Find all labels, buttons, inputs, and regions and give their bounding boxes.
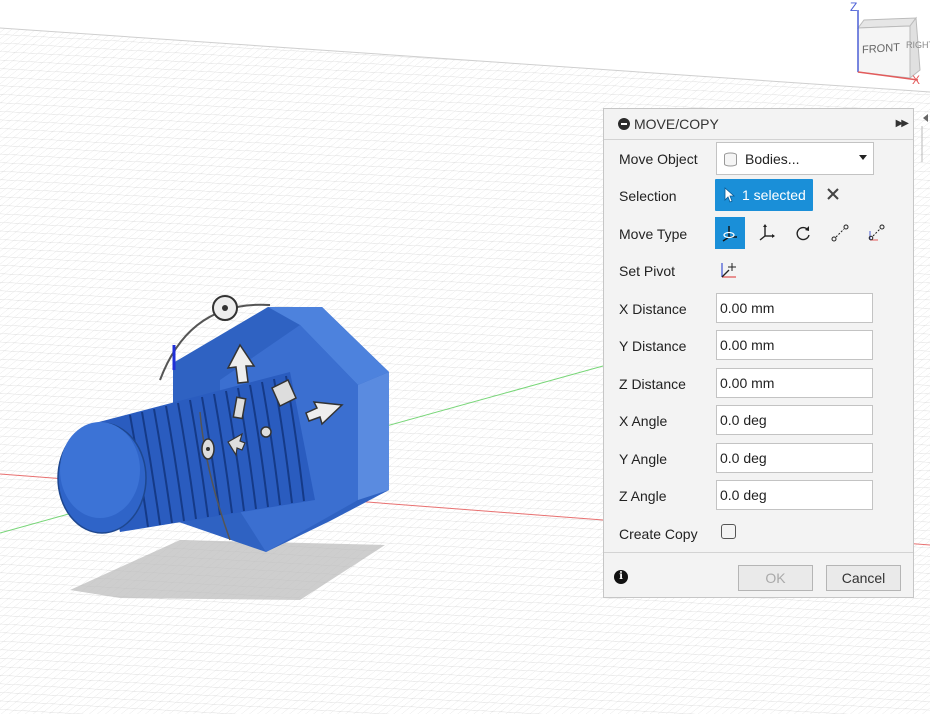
set-pivot-icon[interactable]	[719, 260, 739, 280]
ok-button[interactable]: OK	[738, 565, 813, 591]
arrow-left-handle-icon	[227, 432, 246, 457]
point-to-point-icon	[831, 224, 849, 242]
y-angle-input[interactable]	[716, 443, 873, 473]
side-handle[interactable]	[919, 112, 930, 192]
translate-icon	[759, 224, 775, 241]
selection-count: 1 selected	[742, 187, 806, 203]
move-copy-dialog: MOVE/COPY ▶▶ Move Object Bodies... Selec…	[603, 108, 914, 598]
plane-handle-2-icon	[232, 396, 247, 420]
x-axis-label: X	[912, 73, 921, 87]
chevron-down-icon	[859, 155, 867, 160]
clear-selection-icon[interactable]	[826, 187, 840, 201]
point-to-position-button[interactable]	[861, 217, 891, 249]
move-object-dropdown[interactable]: Bodies...	[716, 142, 874, 175]
z-axis-label: Z	[850, 0, 858, 14]
y-distance-label: Y Distance	[619, 338, 687, 354]
free-move-icon	[722, 226, 737, 242]
z-distance-label: Z Distance	[619, 376, 686, 392]
free-move-button[interactable]	[715, 217, 745, 249]
plane-handle-icon	[271, 378, 297, 408]
set-pivot-label: Set Pivot	[619, 263, 676, 279]
z-distance-input[interactable]	[716, 368, 873, 398]
rotate-icon	[796, 226, 810, 241]
x-distance-label: X Distance	[619, 301, 687, 317]
arrow-up-handle-icon	[226, 343, 256, 384]
y-angle-label: Y Angle	[619, 451, 668, 467]
move-object-label: Move Object	[619, 151, 698, 167]
dialog-footer: i OK Cancel	[604, 552, 913, 599]
dialog-header: MOVE/COPY ▶▶	[604, 109, 913, 140]
bodies-icon	[724, 152, 737, 167]
center-handle-icon	[260, 426, 272, 438]
point-to-position-icon	[868, 224, 885, 241]
viewcube-right-label[interactable]: RIGHT	[906, 40, 930, 50]
z-angle-input[interactable]	[716, 480, 873, 510]
x-distance-input[interactable]	[716, 293, 873, 323]
cursor-icon	[724, 187, 736, 203]
info-icon[interactable]: i	[614, 570, 628, 584]
point-to-point-button[interactable]	[825, 217, 855, 249]
z-angle-label: Z Angle	[619, 488, 667, 504]
arrow-right-handle-icon	[305, 401, 344, 426]
x-angle-input[interactable]	[716, 405, 873, 435]
create-copy-label: Create Copy	[619, 526, 698, 542]
translate-button[interactable]	[752, 217, 782, 249]
y-distance-input[interactable]	[716, 330, 873, 360]
move-type-label: Move Type	[619, 226, 688, 242]
move-object-value: Bodies...	[745, 151, 800, 167]
rotate-button[interactable]	[788, 217, 818, 249]
cancel-button[interactable]: Cancel	[826, 565, 901, 591]
collapse-icon[interactable]	[618, 118, 630, 130]
x-angle-label: X Angle	[619, 413, 668, 429]
selection-label: Selection	[619, 188, 677, 204]
dialog-title: MOVE/COPY	[634, 116, 719, 132]
expand-icon[interactable]: ▶▶	[896, 118, 909, 129]
viewcube[interactable]: FRONT RIGHT Z X	[846, 0, 930, 90]
selection-button[interactable]: 1 selected	[715, 179, 813, 211]
create-copy-checkbox[interactable]	[721, 524, 736, 539]
